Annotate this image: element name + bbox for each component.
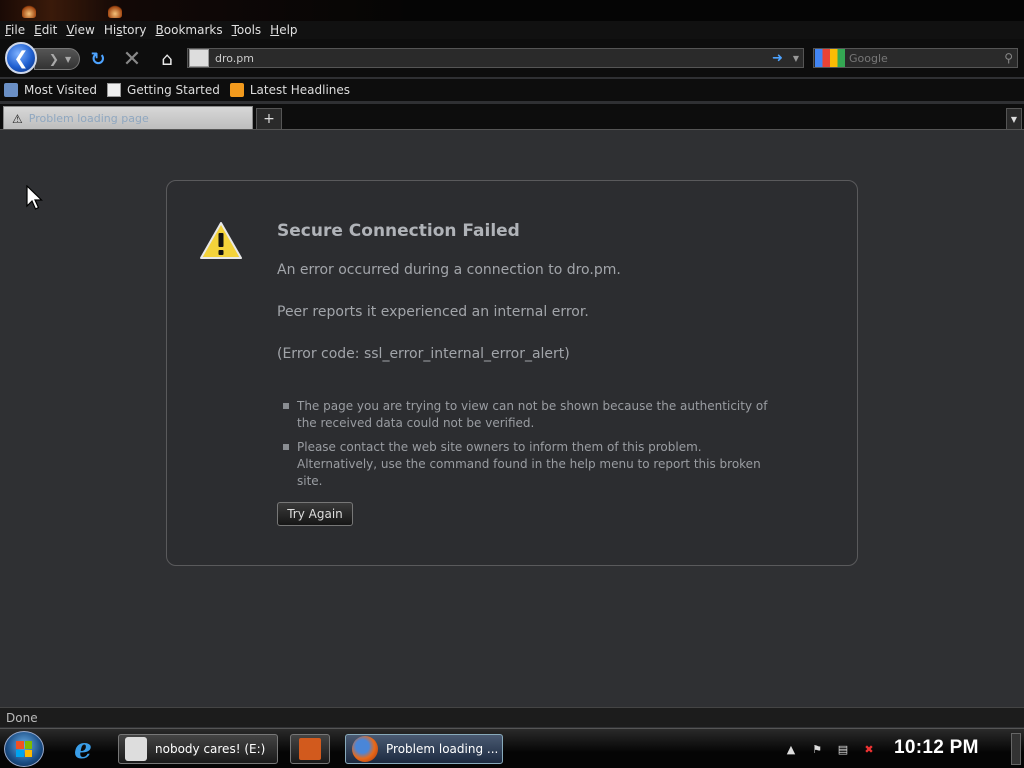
status-bar: Done [0,707,1024,727]
volume-muted-icon[interactable]: ✖ [862,742,876,756]
forward-button[interactable]: ❯ ▼ [34,48,80,70]
forward-arrow-icon: ❯ [48,52,59,66]
error-description: An error occurred during a connection to… [277,262,621,278]
magnifier-icon[interactable]: ⚲ [1004,51,1013,65]
reload-icon[interactable]: ↻ [88,49,108,70]
taskbar-firefox-window[interactable]: Problem loading ... [345,734,503,764]
back-button[interactable]: ❮ [5,42,37,74]
history-dropdown-icon[interactable]: ▼ [65,55,71,64]
smart-bookmark-icon [4,83,18,97]
new-tab-button[interactable]: + [256,108,282,130]
bookmark-getting-started[interactable]: Getting Started [107,83,220,97]
tab-problem-loading[interactable]: ⚠ Problem loading page [3,106,253,130]
error-help-list: The page you are trying to view can not … [283,398,783,497]
error-title: Secure Connection Failed [277,221,520,241]
go-arrow-icon[interactable]: ➜ [772,51,783,66]
menu-tools[interactable]: Tools [232,23,262,37]
menu-help[interactable]: Help [270,23,297,37]
error-detail: Peer reports it experienced an internal … [277,304,589,320]
home-icon[interactable]: ⌂ [157,49,177,70]
back-arrow-icon: ❮ [13,47,29,69]
try-again-button[interactable]: Try Again [277,502,353,526]
menu-bar: File Edit View History Bookmarks Tools H… [0,21,1024,39]
page-icon [107,83,122,97]
taskbar: e nobody cares! (E:) Problem loading ...… [0,728,1024,768]
search-engine-icon[interactable] [815,49,845,67]
taskbar-usb-drive-window[interactable]: nobody cares! (E:) [118,734,278,764]
media-player-icon [299,738,321,760]
search-bar[interactable]: Google ⚲ [813,48,1018,68]
menu-view[interactable]: View [66,23,94,37]
mouse-cursor-icon [26,185,43,210]
error-page-container: Secure Connection Failed An error occurr… [166,180,858,566]
rss-feed-icon [229,83,244,97]
search-input[interactable]: Google [849,52,1004,65]
warning-icon [200,222,242,259]
wallpaper-flame-decoration [108,4,122,18]
warning-icon: ⚠ [12,111,23,126]
url-text[interactable]: dro.pm [215,52,772,65]
show-desktop-button[interactable] [1011,733,1021,765]
windows-logo-icon [16,741,32,757]
network-icon[interactable]: ▤ [836,742,850,756]
tab-list-button[interactable]: ▼ [1006,108,1022,130]
bookmark-most-visited[interactable]: Most Visited [4,83,97,97]
usb-drive-icon [125,737,147,761]
taskbar-media-window[interactable] [290,734,330,764]
menu-file[interactable]: File [5,23,25,37]
bookmarks-toolbar: Most Visited Getting Started Latest Head… [0,79,1024,101]
menu-bookmarks[interactable]: Bookmarks [156,23,223,37]
tab-strip: ⚠ Problem loading page + ▼ [0,104,1024,130]
menu-edit[interactable]: Edit [34,23,57,37]
navigation-toolbar: ❯ ▼ ❮ ↻ ✕ ⌂ dro.pm ➜ ▼ Google ⚲ [0,39,1024,77]
url-bar[interactable]: dro.pm ➜ ▼ [187,48,804,68]
menu-history[interactable]: History [104,23,147,37]
content-divider [0,129,1024,130]
site-identity-icon[interactable] [189,49,209,67]
stop-icon[interactable]: ✕ [122,47,142,72]
bookmark-latest-headlines[interactable]: Latest Headlines [229,83,350,97]
list-item: Please contact the web site owners to in… [283,439,783,490]
window-title-strip [0,0,1024,21]
clock[interactable]: 10:12 PM [894,737,979,759]
action-center-flag-icon[interactable]: ⚑ [810,742,824,756]
status-text: Done [6,710,38,725]
wallpaper-flame-decoration [22,4,36,18]
show-hidden-icons-icon[interactable]: ▲ [784,742,798,756]
internet-explorer-icon[interactable]: e [68,735,98,763]
url-dropdown-icon[interactable]: ▼ [793,54,799,63]
start-button[interactable] [4,731,44,767]
list-item: The page you are trying to view can not … [283,398,783,432]
error-code: (Error code: ssl_error_internal_error_al… [277,346,570,362]
firefox-icon [352,736,378,762]
tab-label: Problem loading page [28,112,149,125]
